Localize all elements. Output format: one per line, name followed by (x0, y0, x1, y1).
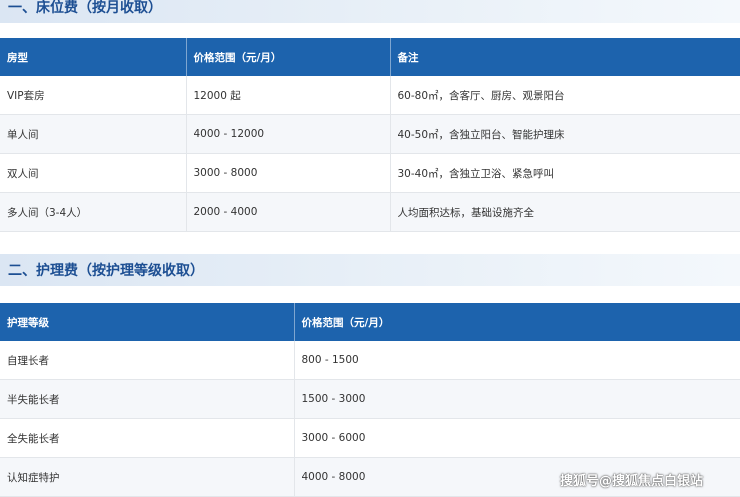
table-cell: 40-50㎡，含独立阳台、智能护理床 (390, 114, 740, 154)
table-cell: 单人间 (0, 114, 187, 154)
table-cell: 4000 - 12000 (186, 114, 391, 154)
table-cell: 半失能长者 (0, 379, 295, 419)
table-cell: 双人间 (0, 153, 187, 193)
table-cell: 人均面积达标，基础设施齐全 (390, 192, 740, 232)
table-cell: 3000 - 8000 (186, 153, 391, 193)
table-cell: VIP套房 (0, 76, 187, 115)
section-header-bed-fee: 一、床位费（按月收取） (0, 0, 740, 23)
table-cell: 30-40㎡，含独立卫浴、紧急呼叫 (390, 153, 740, 193)
table-cell: 800 - 1500 (294, 341, 740, 380)
section-header-care-fee: 二、护理费（按护理等级收取） (0, 254, 740, 286)
table-header-row: 护理等级 价格范围（元/月） (0, 303, 740, 341)
table-cell: 1500 - 3000 (294, 379, 740, 419)
section-title: 一、床位费（按月收取） (8, 0, 162, 16)
column-header: 价格范围（元/月） (294, 303, 740, 341)
table-cell: 60-80㎡，含客厅、厨房、观景阳台 (390, 76, 740, 115)
table-row: 自理长者 800 - 1500 (0, 341, 740, 380)
table-cell: 12000 起 (186, 76, 391, 115)
care-fee-table: 护理等级 价格范围（元/月） 自理长者 800 - 1500 半失能长者 150… (0, 303, 740, 497)
table-cell: 3000 - 6000 (294, 418, 740, 458)
table-row: VIP套房 12000 起 60-80㎡，含客厅、厨房、观景阳台 (0, 76, 740, 115)
table-cell: 认知症特护 (0, 457, 295, 497)
column-header: 备注 (390, 38, 740, 76)
table-cell: 自理长者 (0, 341, 295, 380)
table-cell: 全失能长者 (0, 418, 295, 458)
table-row: 双人间 3000 - 8000 30-40㎡，含独立卫浴、紧急呼叫 (0, 153, 740, 193)
column-header: 房型 (0, 38, 187, 76)
table-row: 半失能长者 1500 - 3000 (0, 379, 740, 419)
table-row: 单人间 4000 - 12000 40-50㎡，含独立阳台、智能护理床 (0, 114, 740, 154)
table-cell: 2000 - 4000 (186, 192, 391, 232)
column-header: 护理等级 (0, 303, 295, 341)
watermark: 搜狐号@搜狐焦点白银站 (560, 474, 704, 489)
column-header: 价格范围（元/月） (186, 38, 391, 76)
table-row: 多人间（3-4人） 2000 - 4000 人均面积达标，基础设施齐全 (0, 192, 740, 232)
bed-fee-table: 房型 价格范围（元/月） 备注 VIP套房 12000 起 60-80㎡，含客厅… (0, 38, 740, 232)
table-cell: 多人间（3-4人） (0, 192, 187, 232)
table-row: 全失能长者 3000 - 6000 (0, 418, 740, 458)
table-header-row: 房型 价格范围（元/月） 备注 (0, 38, 740, 76)
section-title: 二、护理费（按护理等级收取） (8, 263, 204, 279)
